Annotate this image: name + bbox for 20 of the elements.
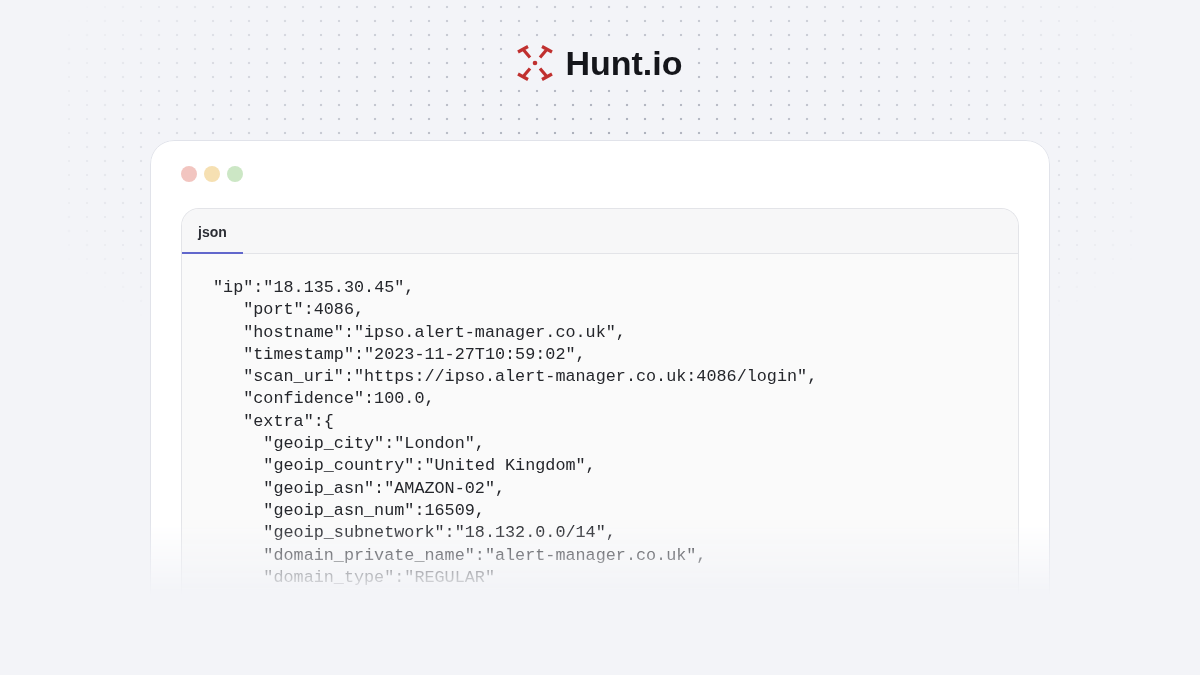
window-control-dot-icon[interactable] [204, 166, 220, 182]
code-line: "extra":{ [243, 411, 334, 431]
code-line: "port":4086, [243, 300, 365, 320]
code-line: "hostname":"ipso.alert-manager.co.uk", [243, 322, 626, 342]
code-line: "ip":"18.135.30.45", [213, 278, 415, 297]
code-line: "domain_private_name":"alert-manager.co.uk", [263, 545, 707, 565]
code-line: "confidence":100.0, [243, 389, 435, 409]
code-line: "geoip_asn_num":16509, [263, 500, 485, 520]
code-line: "scan_uri":"https://ipso.alert-manager.co.uk:4086/login", [243, 367, 818, 387]
logo-text: Hunt.io [565, 44, 683, 82]
code-line: "timestamp":"2023-11-27T10:59:02", [243, 344, 586, 364]
code-line: "geoip_asn":"AMAZON-02", [263, 478, 506, 498]
crosshair-logo-icon [517, 45, 554, 81]
code-line: "geoip_city":"London", [263, 434, 485, 454]
code-line: "geoip_country":"United Kingdom", [263, 456, 596, 476]
window-control-dot-icon[interactable] [181, 166, 197, 182]
window-control-dot-icon[interactable] [227, 166, 243, 182]
code-line: "domain_type":"REGULAR" [263, 567, 495, 587]
code-tab[interactable]: json [182, 209, 243, 254]
code-line: "geoip_subnetwork":"18.132.0.0/14", [263, 523, 616, 543]
